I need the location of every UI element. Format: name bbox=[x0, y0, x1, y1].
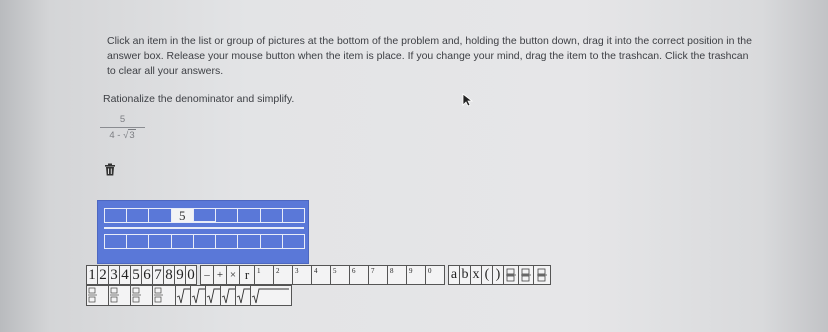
answer-slot-filled[interactable]: 5 bbox=[170, 208, 194, 223]
expression-numerator: 5 bbox=[119, 114, 126, 125]
answer-fraction-bar bbox=[104, 227, 304, 229]
answer-slot[interactable] bbox=[148, 208, 172, 223]
answer-slot[interactable] bbox=[126, 234, 150, 249]
tile-power[interactable]: r bbox=[239, 265, 255, 285]
fraction-template-icon bbox=[521, 268, 531, 282]
problem-prompt: Rationalize the denominator and simplify… bbox=[103, 93, 295, 105]
tile-palette-row2 bbox=[86, 285, 292, 306]
answer-slot[interactable] bbox=[126, 208, 150, 223]
tile-superscript[interactable]: 1 bbox=[254, 265, 274, 285]
fraction-bar bbox=[100, 127, 145, 128]
trash-icon[interactable] bbox=[104, 163, 116, 176]
tile-superscript[interactable]: 0 bbox=[425, 265, 445, 285]
answer-slot[interactable] bbox=[148, 234, 172, 249]
answer-box[interactable]: 5 bbox=[97, 200, 309, 264]
tile-fraction[interactable] bbox=[86, 285, 109, 306]
tile-palette: 1 2 3 4 5 6 7 8 9 0 – + × r 1 2 3 4 5 6 … bbox=[86, 265, 768, 285]
fraction-icon bbox=[154, 287, 163, 303]
answer-slot[interactable] bbox=[104, 234, 128, 249]
tile-superscript[interactable]: 6 bbox=[349, 265, 369, 285]
answer-slot[interactable] bbox=[192, 208, 217, 223]
tile-superscript[interactable]: 4 bbox=[311, 265, 331, 285]
answer-slot[interactable] bbox=[215, 234, 239, 249]
tile-fraction-template[interactable] bbox=[533, 265, 551, 285]
answer-slot[interactable] bbox=[259, 234, 283, 249]
answer-slot[interactable] bbox=[170, 234, 194, 249]
answer-row-denominator[interactable] bbox=[104, 234, 305, 249]
radical-icon bbox=[221, 288, 235, 304]
answer-row-numerator[interactable]: 5 bbox=[104, 208, 305, 223]
tile-superscript[interactable]: 8 bbox=[387, 265, 407, 285]
instructions-text: Click an item in the list or group of pi… bbox=[107, 35, 752, 77]
tile-fraction-template[interactable] bbox=[503, 265, 519, 285]
fraction-icon bbox=[132, 287, 141, 303]
fraction-template-icon bbox=[537, 268, 547, 282]
tile-fraction[interactable] bbox=[152, 285, 176, 306]
tile-radical-wide[interactable] bbox=[250, 285, 292, 306]
radical-icon bbox=[206, 288, 220, 304]
expression-denominator: 4 - √3 bbox=[100, 129, 145, 142]
tile-superscript[interactable]: 9 bbox=[406, 265, 426, 285]
radicand: 3 bbox=[128, 129, 136, 141]
problem-expression: 5 4 - √3 bbox=[100, 114, 145, 142]
tile-fraction-template[interactable] bbox=[518, 265, 534, 285]
denominator-prefix: 4 - bbox=[109, 130, 124, 141]
pointer-cursor-icon bbox=[462, 93, 474, 107]
tile-times[interactable]: × bbox=[226, 265, 240, 285]
fraction-icon bbox=[88, 287, 97, 303]
tile-radical[interactable] bbox=[220, 285, 236, 306]
answer-slot[interactable] bbox=[259, 208, 283, 223]
radical-icon bbox=[251, 288, 289, 304]
answer-slot[interactable] bbox=[237, 234, 261, 249]
tile-fraction[interactable] bbox=[130, 285, 153, 306]
tile-radical[interactable] bbox=[175, 285, 191, 306]
answer-slot[interactable] bbox=[215, 208, 239, 223]
radical-icon bbox=[236, 288, 250, 304]
answer-slot[interactable] bbox=[237, 208, 261, 223]
answer-slot[interactable] bbox=[104, 208, 128, 223]
tile-fraction[interactable] bbox=[108, 285, 131, 306]
tile-radical[interactable] bbox=[235, 285, 251, 306]
radical-icon bbox=[176, 288, 190, 304]
answer-slot[interactable] bbox=[281, 208, 305, 223]
tile-minus[interactable]: – bbox=[200, 265, 214, 285]
tile-superscript[interactable]: 5 bbox=[330, 265, 350, 285]
radical-icon bbox=[191, 288, 205, 304]
tile-superscript[interactable]: 7 bbox=[368, 265, 388, 285]
answer-slot[interactable] bbox=[281, 234, 305, 249]
fraction-icon bbox=[110, 287, 119, 303]
fraction-template-icon bbox=[506, 268, 516, 282]
answer-slot[interactable] bbox=[192, 234, 217, 249]
tile-superscript[interactable]: 2 bbox=[273, 265, 293, 285]
tile-plus[interactable]: + bbox=[213, 265, 227, 285]
tile-radical[interactable] bbox=[205, 285, 221, 306]
tile-superscript[interactable]: 3 bbox=[292, 265, 312, 285]
tile-radical[interactable] bbox=[190, 285, 206, 306]
